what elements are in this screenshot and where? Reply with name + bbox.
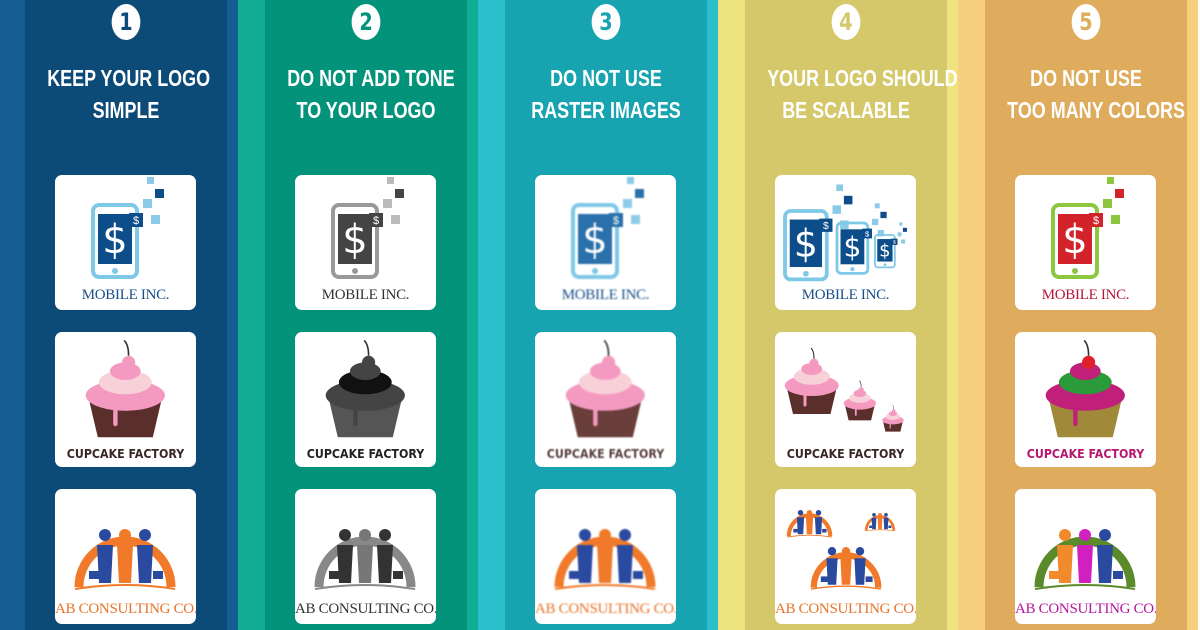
brand-name: MOBILE INC. xyxy=(801,287,890,303)
cupcake-icon xyxy=(325,339,405,438)
brand-name: AB CONSULTING CO. xyxy=(1015,601,1156,617)
column-5: 5 DO NOT USE TOO MANY COLORS $ $ MOBILE … xyxy=(958,0,1198,630)
title-line: YOUR LOGO SHOULD xyxy=(767,65,958,91)
brand-name: CUPCAKE FACTORY xyxy=(66,447,185,461)
svg-text:$: $ xyxy=(865,229,870,238)
business-people-arc-icon xyxy=(554,529,656,590)
cupcake-icon xyxy=(85,339,165,438)
step-title: DO NOT USE RASTER IMAGES xyxy=(505,62,707,126)
svg-text:$: $ xyxy=(843,231,861,264)
brand-name: AB CONSULTING CO. xyxy=(55,601,196,617)
cupcake-icon xyxy=(784,347,904,432)
logo-card-ab-consulting: AB CONSULTING CO. xyxy=(55,489,196,624)
logo-card-ab-consulting: AB CONSULTING CO. xyxy=(1015,489,1156,624)
column-3: 3 DO NOT USE RASTER IMAGES $ $ MOBILE IN… xyxy=(478,0,718,630)
logo-card-cupcake-factory: CUPCAKE FACTORY xyxy=(1015,332,1156,467)
column-panel: 4 YOUR LOGO SHOULD BE SCALABLE $ $ $ $ $… xyxy=(745,0,958,630)
step-number: 3 xyxy=(591,4,621,40)
logo-card-cupcake-factory: CUPCAKE FACTORY xyxy=(535,332,676,467)
brand-name: MOBILE INC. xyxy=(81,287,170,303)
svg-text:$: $ xyxy=(373,215,379,227)
svg-text:$: $ xyxy=(893,240,896,246)
logo-card-cupcake-factory: CUPCAKE FACTORY xyxy=(55,332,196,467)
logo-card-ab-consulting: AB CONSULTING CO. xyxy=(535,489,676,624)
business-people-arc-icon xyxy=(1034,529,1136,590)
title-line: DO NOT ADD TONE xyxy=(287,65,455,91)
logo-card-ab-consulting: AB CONSULTING CO. xyxy=(775,489,916,624)
logo-card-cupcake-factory: CUPCAKE FACTORY xyxy=(775,332,916,467)
logo-card-mobile-inc: $ $ $ $ $ $ MOBILE INC. xyxy=(775,175,916,310)
step-number: 2 xyxy=(351,4,381,40)
business-people-arc-icon xyxy=(74,529,176,590)
step-number: 1 xyxy=(111,4,141,40)
logo-card-mobile-inc: $ $ MOBILE INC. xyxy=(55,175,196,310)
step-title: KEEP YOUR LOGO SIMPLE xyxy=(25,62,227,126)
svg-text:$: $ xyxy=(879,241,890,262)
phone-dollar-icon: $ $ xyxy=(571,177,644,279)
step-title: YOUR LOGO SHOULD BE SCALABLE xyxy=(745,62,958,126)
business-people-arc-icon xyxy=(786,510,896,590)
brand-name: CUPCAKE FACTORY xyxy=(306,447,425,461)
logo-card-cupcake-factory: CUPCAKE FACTORY xyxy=(295,332,436,467)
brand-name: AB CONSULTING CO. xyxy=(535,601,676,617)
brand-name: MOBILE INC. xyxy=(321,287,410,303)
step-number: 4 xyxy=(831,4,861,40)
column-4: 4 YOUR LOGO SHOULD BE SCALABLE $ $ $ $ $… xyxy=(718,0,958,630)
phone-dollar-icon: $ $ $ $ $ $ xyxy=(783,184,907,282)
title-line: DO NOT USE xyxy=(550,65,662,91)
brand-name: MOBILE INC. xyxy=(1041,287,1130,303)
brand-name: CUPCAKE FACTORY xyxy=(786,447,905,461)
column-panel: 1 KEEP YOUR LOGO SIMPLE $ $ MOBILE INC. … xyxy=(25,0,227,630)
title-line: BE SCALABLE xyxy=(782,97,910,123)
step-number: 5 xyxy=(1071,4,1101,40)
svg-text:$: $ xyxy=(342,217,367,263)
brand-name: MOBILE INC. xyxy=(561,287,650,303)
column-panel: 3 DO NOT USE RASTER IMAGES $ $ MOBILE IN… xyxy=(505,0,707,630)
svg-text:$: $ xyxy=(613,215,619,227)
column-panel: 5 DO NOT USE TOO MANY COLORS $ $ MOBILE … xyxy=(985,0,1187,630)
phone-dollar-icon: $ $ xyxy=(1051,177,1124,279)
title-line: TO YOUR LOGO xyxy=(296,97,436,123)
logo-card-ab-consulting: AB CONSULTING CO. xyxy=(295,489,436,624)
business-people-arc-icon xyxy=(314,529,416,590)
phone-dollar-icon: $ $ xyxy=(331,177,404,279)
logo-card-mobile-inc: $ $ MOBILE INC. xyxy=(295,175,436,310)
column-panel: 2 DO NOT ADD TONE TO YOUR LOGO $ $ MOBIL… xyxy=(265,0,467,630)
step-title: DO NOT USE TOO MANY COLORS xyxy=(985,62,1187,126)
brand-name: AB CONSULTING CO. xyxy=(295,601,436,617)
svg-text:$: $ xyxy=(823,221,829,232)
title-line: RASTER IMAGES xyxy=(531,97,681,123)
svg-text:$: $ xyxy=(133,215,139,227)
title-line: KEEP YOUR LOGO xyxy=(47,65,211,91)
title-line: SIMPLE xyxy=(92,97,160,123)
title-line: TOO MANY COLORS xyxy=(1007,97,1185,123)
logo-card-mobile-inc: $ $ MOBILE INC. xyxy=(535,175,676,310)
svg-text:$: $ xyxy=(1062,217,1087,263)
brand-name: CUPCAKE FACTORY xyxy=(546,447,665,461)
cupcake-icon xyxy=(565,339,645,438)
brand-name: AB CONSULTING CO. xyxy=(775,601,916,617)
svg-text:$: $ xyxy=(1093,215,1099,227)
cupcake-icon xyxy=(1045,339,1125,438)
title-line: DO NOT USE xyxy=(1030,65,1142,91)
column-2: 2 DO NOT ADD TONE TO YOUR LOGO $ $ MOBIL… xyxy=(238,0,478,630)
step-title: DO NOT ADD TONE TO YOUR LOGO xyxy=(265,62,467,126)
column-1: 1 KEEP YOUR LOGO SIMPLE $ $ MOBILE INC. … xyxy=(0,0,238,630)
svg-text:$: $ xyxy=(102,217,127,263)
svg-text:$: $ xyxy=(794,222,818,266)
logo-card-mobile-inc: $ $ MOBILE INC. xyxy=(1015,175,1156,310)
brand-name: CUPCAKE FACTORY xyxy=(1026,447,1145,461)
phone-dollar-icon: $ $ xyxy=(91,177,164,279)
svg-text:$: $ xyxy=(582,217,607,263)
